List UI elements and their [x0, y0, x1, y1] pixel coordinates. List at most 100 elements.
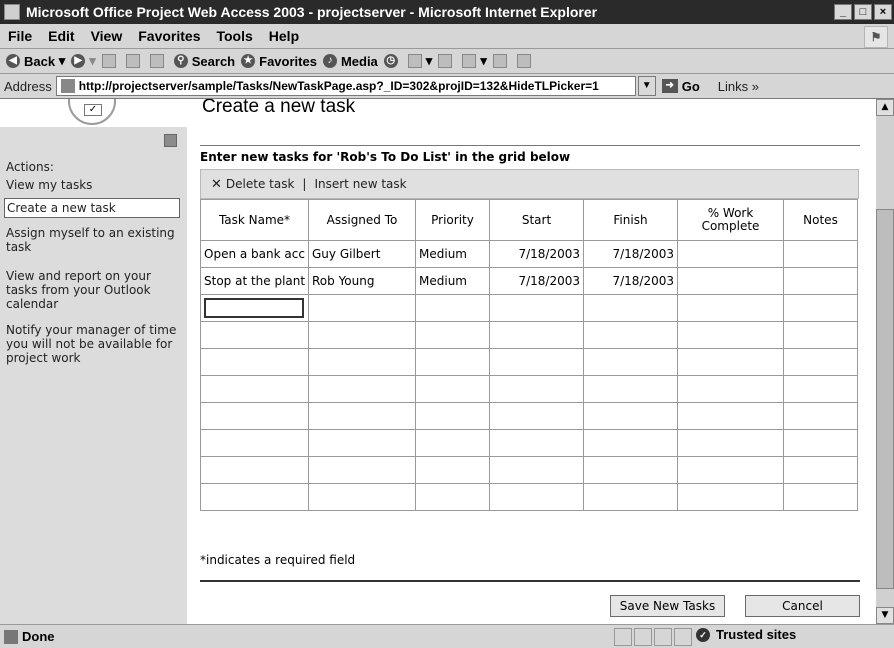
start-cell[interactable]: [489, 375, 584, 403]
finish-cell[interactable]: [583, 321, 678, 349]
menu-tools[interactable]: Tools: [208, 28, 260, 44]
refresh-button[interactable]: [125, 54, 144, 68]
priority-cell[interactable]: Medium: [415, 267, 490, 295]
links-button[interactable]: Links »: [718, 79, 759, 94]
finish-cell[interactable]: [583, 429, 678, 457]
finish-cell[interactable]: [583, 483, 678, 511]
assigned-to-cell[interactable]: [308, 402, 416, 430]
start-cell[interactable]: [489, 456, 584, 484]
assigned-to-cell[interactable]: [308, 348, 416, 376]
assigned-to-cell[interactable]: [308, 294, 416, 322]
notes-cell[interactable]: [783, 375, 858, 403]
forward-button[interactable]: ▶ ▾: [71, 53, 96, 69]
address-dropdown-button[interactable]: ▼: [637, 76, 656, 96]
work-complete-cell[interactable]: [677, 456, 784, 484]
work-complete-cell[interactable]: [677, 348, 784, 376]
priority-cell[interactable]: Medium: [415, 240, 490, 268]
menu-view[interactable]: View: [83, 28, 131, 44]
assigned-to-cell[interactable]: [308, 429, 416, 457]
collapse-sidebar-icon[interactable]: [164, 134, 177, 147]
priority-cell[interactable]: [415, 483, 490, 511]
notes-cell[interactable]: [783, 348, 858, 376]
priority-cell[interactable]: [415, 402, 490, 430]
finish-cell[interactable]: [583, 348, 678, 376]
notes-cell[interactable]: [783, 294, 858, 322]
sidebar-item-assign-myself[interactable]: Assign myself to an existing task: [6, 226, 178, 254]
priority-cell[interactable]: [415, 321, 490, 349]
work-complete-cell[interactable]: [677, 321, 784, 349]
task-name-cell[interactable]: [200, 348, 309, 376]
priority-cell[interactable]: [415, 429, 490, 457]
start-cell[interactable]: 7/18/2003: [489, 267, 584, 295]
sidebar-item-outlook-calendar[interactable]: View and report on your tasks from your …: [6, 269, 178, 311]
task-name-input[interactable]: [204, 298, 304, 318]
finish-cell[interactable]: [583, 375, 678, 403]
notes-cell[interactable]: [783, 267, 858, 295]
task-name-cell[interactable]: Stop at the plant: [200, 267, 309, 295]
vertical-scrollbar[interactable]: ▲ ▼: [876, 99, 894, 624]
task-name-cell-active[interactable]: [200, 294, 309, 322]
finish-cell[interactable]: 7/18/2003: [583, 240, 678, 268]
work-complete-cell[interactable]: [677, 267, 784, 295]
start-cell[interactable]: [489, 321, 584, 349]
scroll-thumb[interactable]: [876, 209, 894, 589]
priority-cell[interactable]: [415, 456, 490, 484]
notes-cell[interactable]: [783, 429, 858, 457]
task-name-cell[interactable]: [200, 321, 309, 349]
task-name-cell[interactable]: Open a bank acc: [200, 240, 309, 268]
notes-cell[interactable]: [783, 321, 858, 349]
insert-task-link[interactable]: Insert new task: [314, 177, 406, 191]
work-complete-cell[interactable]: [677, 294, 784, 322]
history-button[interactable]: ◷: [383, 54, 402, 68]
assigned-to-cell[interactable]: [308, 321, 416, 349]
work-complete-cell[interactable]: [677, 240, 784, 268]
search-button[interactable]: ⚲ Search: [173, 54, 235, 69]
notes-cell[interactable]: [783, 483, 858, 511]
sidebar-item-create-new-task[interactable]: Create a new task: [4, 198, 180, 218]
address-input[interactable]: http://projectserver/sample/Tasks/NewTas…: [55, 76, 636, 96]
print-button[interactable]: [438, 54, 456, 68]
maximize-button[interactable]: □: [854, 4, 872, 20]
favorites-button[interactable]: ★ Favorites: [241, 54, 317, 69]
scroll-up-arrow-icon[interactable]: ▲: [876, 99, 894, 116]
scroll-down-arrow-icon[interactable]: ▼: [876, 607, 894, 624]
menu-help[interactable]: Help: [261, 28, 307, 44]
work-complete-cell[interactable]: [677, 375, 784, 403]
priority-cell[interactable]: [415, 375, 490, 403]
finish-cell[interactable]: 7/18/2003: [583, 267, 678, 295]
delete-task-link[interactable]: Delete task: [226, 177, 295, 191]
start-cell[interactable]: [489, 294, 584, 322]
task-name-cell[interactable]: [200, 483, 309, 511]
priority-cell[interactable]: [415, 294, 490, 322]
start-cell[interactable]: [489, 348, 584, 376]
stop-button[interactable]: [101, 54, 120, 68]
menu-edit[interactable]: Edit: [40, 28, 82, 44]
work-complete-cell[interactable]: [677, 483, 784, 511]
assigned-to-cell[interactable]: Guy Gilbert: [308, 240, 416, 268]
work-complete-cell[interactable]: [677, 402, 784, 430]
task-name-cell[interactable]: [200, 429, 309, 457]
back-button[interactable]: ◀ Back ▾: [6, 53, 65, 69]
sidebar-item-notify-manager[interactable]: Notify your manager of time you will not…: [6, 323, 178, 365]
go-button[interactable]: ➜ Go: [661, 79, 700, 94]
close-button[interactable]: ×: [874, 4, 892, 20]
media-button[interactable]: ♪ Media: [322, 54, 378, 69]
task-name-cell[interactable]: [200, 402, 309, 430]
mail-button[interactable]: ▾: [407, 53, 432, 69]
notes-cell[interactable]: [783, 402, 858, 430]
task-name-cell[interactable]: [200, 375, 309, 403]
cancel-button[interactable]: Cancel: [745, 595, 860, 617]
home-button[interactable]: [149, 54, 168, 68]
work-complete-cell[interactable]: [677, 429, 784, 457]
menu-favorites[interactable]: Favorites: [130, 28, 208, 44]
start-cell[interactable]: [489, 483, 584, 511]
priority-cell[interactable]: [415, 348, 490, 376]
finish-cell[interactable]: [583, 402, 678, 430]
assigned-to-cell[interactable]: [308, 375, 416, 403]
start-cell[interactable]: [489, 402, 584, 430]
minimize-button[interactable]: _: [834, 4, 852, 20]
start-cell[interactable]: 7/18/2003: [489, 240, 584, 268]
notes-cell[interactable]: [783, 240, 858, 268]
discuss-button[interactable]: [492, 54, 511, 68]
save-new-tasks-button[interactable]: Save New Tasks: [610, 595, 725, 617]
